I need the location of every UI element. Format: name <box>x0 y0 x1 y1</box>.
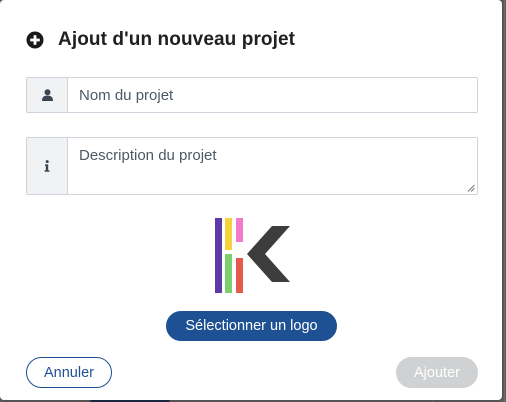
dialog-header: Ajout d'un nouveau projet <box>26 29 295 51</box>
user-icon <box>41 89 53 101</box>
logo-chevron <box>247 226 290 282</box>
add-button[interactable]: Ajouter <box>396 357 478 388</box>
resize-handle-icon[interactable] <box>467 184 475 192</box>
project-name-addon <box>27 78 68 112</box>
project-description-field <box>26 137 478 195</box>
project-description-addon <box>27 138 68 194</box>
plus-circle-icon <box>26 31 44 49</box>
project-logo-preview <box>215 218 290 293</box>
dialog-title: Ajout d'un nouveau projet <box>58 29 296 50</box>
new-project-dialog: Ajout d'un nouveau projet Nom du projet … <box>0 0 502 400</box>
project-name-input[interactable] <box>68 78 477 112</box>
info-icon <box>44 160 50 172</box>
cancel-button[interactable]: Annuler <box>26 357 112 388</box>
select-logo-button[interactable]: Sélectionner un logo <box>166 311 337 341</box>
logo-bar-green <box>225 254 232 293</box>
logo-bar-purple <box>215 218 222 293</box>
backdrop-divider <box>504 0 505 402</box>
logo-bar-yellow <box>225 218 232 250</box>
project-description-textarea[interactable] <box>68 138 477 194</box>
logo-bar-pink <box>236 218 243 242</box>
logo-bar-red <box>236 258 243 293</box>
project-name-field <box>26 77 478 113</box>
